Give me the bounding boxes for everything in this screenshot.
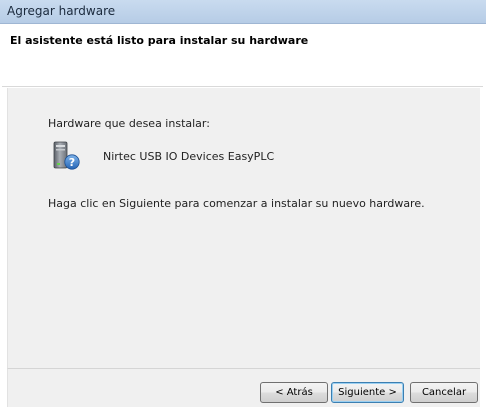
- device-question-icon: ?: [53, 141, 80, 170]
- button-bar: < Atrás Siguiente > Cancelar: [7, 368, 480, 407]
- wizard-window: Agregar hardware El asistente está listo…: [0, 0, 486, 409]
- cancel-button[interactable]: Cancelar: [410, 382, 478, 403]
- wizard-body: Hardware que desea instalar: ? Nirtec US…: [7, 88, 480, 368]
- title-bar[interactable]: Agregar hardware: [0, 0, 486, 24]
- svg-text:?: ?: [69, 156, 75, 169]
- hardware-label: Hardware que desea instalar:: [48, 117, 210, 130]
- instruction-text: Haga clic en Siguiente para comenzar a i…: [48, 197, 425, 210]
- next-button[interactable]: Siguiente >: [331, 382, 404, 403]
- device-name: Nirtec USB IO Devices EasyPLC: [103, 150, 275, 163]
- back-button[interactable]: < Atrás: [260, 382, 328, 403]
- window-title: Agregar hardware: [7, 4, 116, 18]
- header-title: El asistente está listo para instalar su…: [10, 34, 309, 47]
- wizard-header: El asistente está listo para instalar su…: [2, 24, 483, 87]
